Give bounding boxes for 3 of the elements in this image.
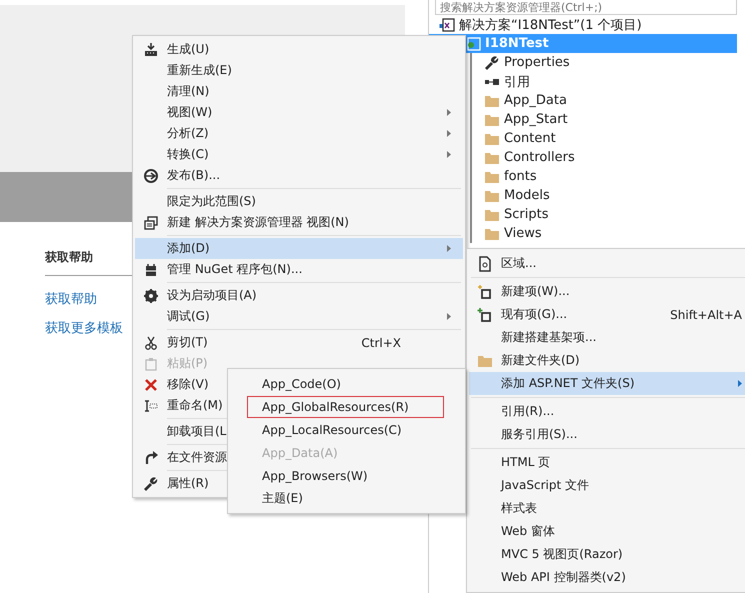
shortcut-text: Ctrl+X xyxy=(361,336,402,350)
shortcut-text: Shift+Alt+A xyxy=(670,308,743,322)
section-heading: 获取帮助 xyxy=(45,249,93,266)
